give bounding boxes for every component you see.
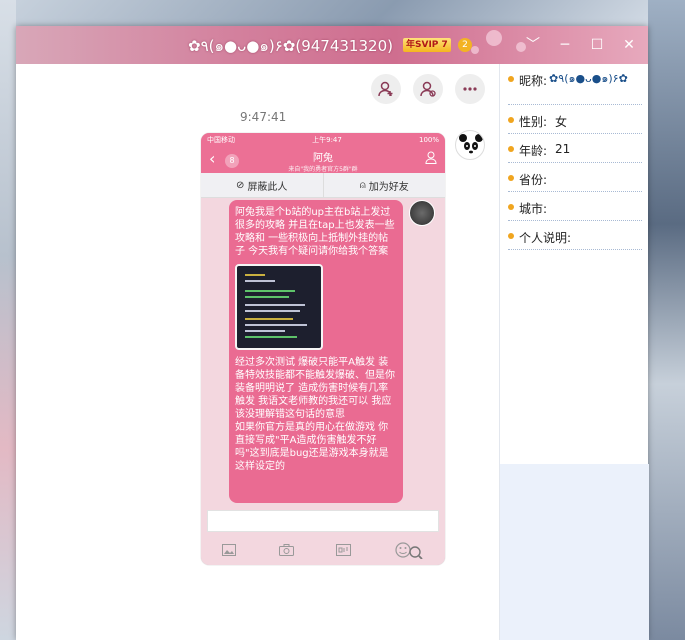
bullet-dot	[508, 146, 514, 152]
phone-status-bar: 中国移动 上午9:47 100%	[201, 133, 445, 147]
profile-city-row: 城市:	[508, 192, 642, 221]
phone-message-input	[207, 510, 439, 532]
profile-panel-footer	[500, 464, 649, 640]
bullet-dot	[508, 76, 514, 82]
phone-action-bar: ⊘ 屏蔽此人 ⍝ 加为好友	[201, 173, 445, 198]
chat-action-icons	[371, 74, 485, 104]
more-icon[interactable]	[455, 74, 485, 104]
vip-badge[interactable]: 年SVIP 7	[403, 38, 451, 52]
gif-icon	[336, 543, 352, 559]
profile-province-row: 省份:	[508, 163, 642, 192]
recipient-avatar	[409, 200, 435, 226]
bullet-dot	[508, 117, 514, 123]
message-timestamp: 9:47:41	[240, 110, 287, 124]
status-battery: 100%	[418, 136, 439, 144]
minimize-icon[interactable]: ─	[554, 34, 576, 56]
nickname-label: 昵称:	[519, 74, 548, 88]
status-time: 上午9:47	[312, 136, 342, 144]
bio-label: 个人说明:	[519, 231, 572, 245]
block-icon: ⊘	[236, 179, 245, 191]
window-controls: ﹀ ─ ☐ ✕	[522, 34, 640, 56]
blossom-decoration	[486, 30, 502, 46]
bullet-dot	[508, 233, 514, 239]
profile-info-panel: 昵称: ✿٩(๑●ᴗ●๑)۶✿ 性别: 女 年龄: 21 省份: 城市: 个人说…	[499, 64, 649, 640]
user-profile-icon	[425, 151, 437, 168]
image-icon	[222, 543, 237, 559]
bullet-dot	[508, 204, 514, 210]
message-text-part1: 阿兔我是个b站的up主在b站上发过很多的攻略 并且在tap上也发表一些攻略和 一…	[235, 207, 395, 257]
add-friend-action: ⍝ 加为好友	[359, 179, 409, 193]
status-carrier: 中国移动	[207, 136, 235, 144]
title-bar[interactable]: ✿٩(๑●ᴗ●๑)۶✿(947431320) 年SVIP 7 2 ﹀ ─ ☐ ✕	[16, 26, 648, 64]
sender-avatar[interactable]	[455, 130, 485, 160]
message-text-part3: 如果你官方是真的用心在做游戏 你直接写成"平A造成伤害触发不好吗"这到底是bug…	[235, 422, 389, 472]
add-friend-small-icon: ⍝	[359, 179, 366, 191]
camera-icon	[278, 543, 294, 559]
block-user-action: ⊘ 屏蔽此人	[201, 173, 324, 197]
gender-value: 女	[555, 115, 568, 129]
province-label: 省份:	[519, 173, 548, 187]
add-contact-icon[interactable]	[413, 74, 443, 104]
bullet-dot	[508, 175, 514, 181]
vip-level-badge: 2	[458, 38, 472, 52]
profile-bio-row: 个人说明:	[508, 221, 642, 250]
close-icon[interactable]: ✕	[618, 34, 640, 56]
profile-nickname-row: 昵称: ✿٩(๑●ᴗ●๑)۶✿	[508, 64, 642, 105]
city-label: 城市:	[519, 202, 548, 216]
collapse-icon[interactable]: ﹀	[522, 34, 544, 56]
profile-age-row: 年龄: 21	[508, 134, 642, 163]
game-screenshot-thumbnail	[235, 264, 323, 350]
phone-chat-body: 阿兔我是个b站的up主在b站上发过很多的攻略 并且在tap上也发表一些攻略和 一…	[201, 198, 445, 503]
image-message-screenshot[interactable]: 中国移动 上午9:47 100% ‹ 8 阿兔 来自"我的勇者官方5群"群 ⊘ …	[201, 133, 445, 565]
age-label: 年龄:	[519, 144, 548, 158]
phone-chat-header: ‹ 8 阿兔 来自"我的勇者官方5群"群	[201, 147, 445, 173]
window-title: ✿٩(๑●ᴗ●๑)۶✿(947431320)	[188, 37, 393, 55]
chat-message-area[interactable]: 9:47:41 中国移动 上午9:47 100% ‹ 8 阿兔 来自"我的勇者官…	[16, 64, 499, 640]
chat-window: ✿٩(๑●ᴗ●๑)۶✿(947431320) 年SVIP 7 2 ﹀ ─ ☐ ✕…	[16, 26, 649, 640]
add-friend-icon[interactable]	[371, 74, 401, 104]
blossom-decoration	[471, 46, 479, 54]
emoji-icon	[394, 541, 424, 562]
gender-label: 性别:	[519, 115, 548, 129]
profile-gender-row: 性别: 女	[508, 105, 642, 134]
age-value: 21	[555, 142, 571, 156]
message-text-part2: 经过多次测试 爆破只能平A触发 装备特效技能都不能触发爆破、但是你装备明明说了 …	[235, 357, 395, 420]
desktop-background-left	[0, 0, 16, 640]
message-bubble: 阿兔我是个b站的up主在b站上发过很多的攻略 并且在tap上也发表一些攻略和 一…	[229, 200, 403, 503]
contact-subtitle: 来自"我的勇者官方5群"群	[288, 166, 358, 173]
nickname-value: ✿٩(๑●ᴗ●๑)۶✿	[549, 72, 628, 85]
desktop-background-right	[648, 0, 685, 640]
maximize-icon[interactable]: ☐	[586, 34, 608, 56]
phone-input-toolbar	[201, 537, 445, 565]
